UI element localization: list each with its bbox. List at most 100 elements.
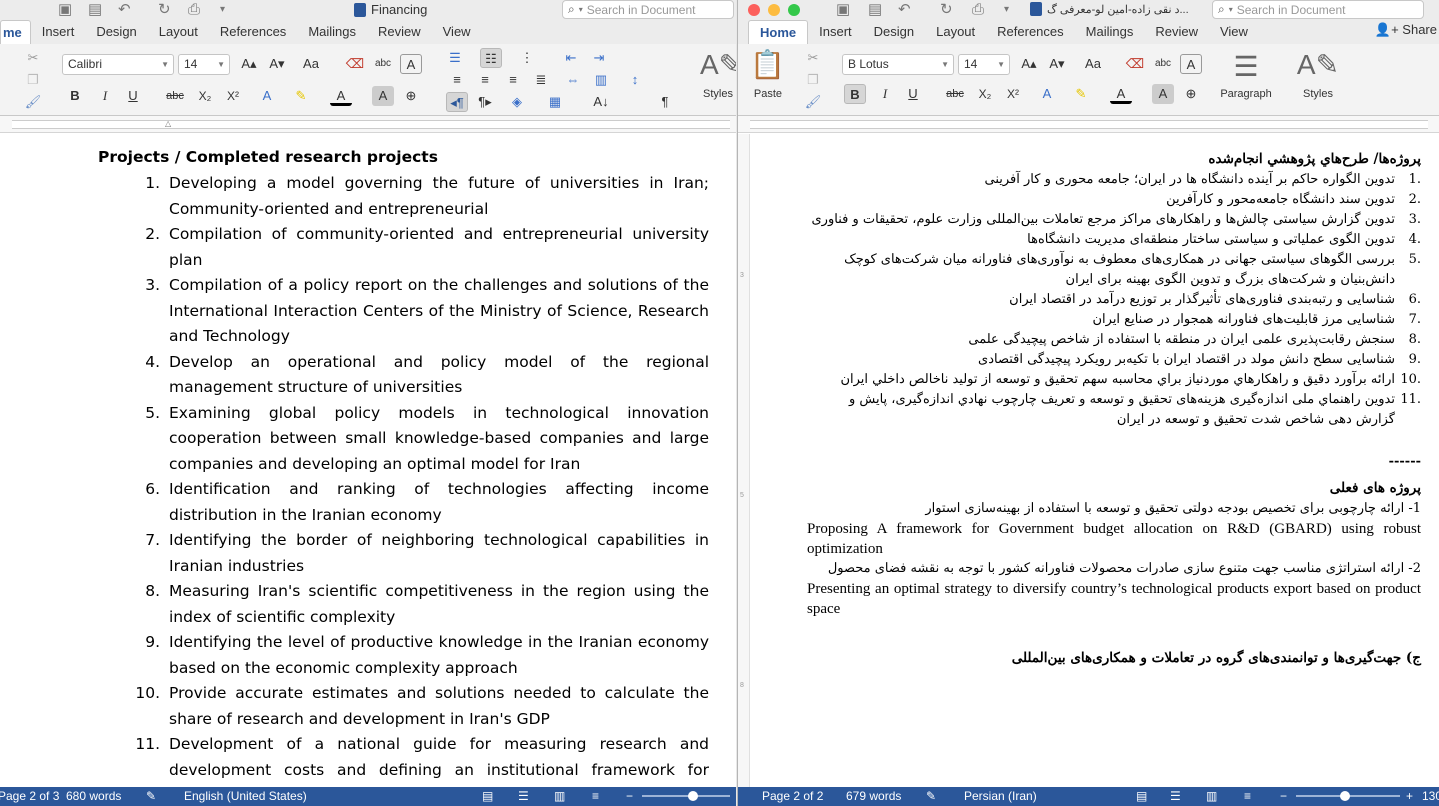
styles-icon[interactable]: A✎	[700, 48, 736, 81]
tab-home[interactable]: me	[0, 20, 31, 44]
close-icon[interactable]	[748, 4, 760, 16]
copy-icon[interactable]: ❐	[802, 70, 824, 90]
numbering-icon[interactable]: ☷	[480, 48, 502, 68]
sidebar-icon[interactable]: ▣	[58, 0, 72, 20]
word-count[interactable]: 680 words	[66, 789, 121, 803]
change-case-icon[interactable]: Aa	[300, 54, 322, 74]
redo-icon[interactable]: ↻	[158, 0, 171, 20]
font-name-select[interactable]: Calibri ▼	[62, 54, 174, 75]
zoom-icon[interactable]	[788, 4, 800, 16]
customize-toolbar-icon[interactable]: ▾	[1004, 0, 1009, 20]
tab-references[interactable]: References	[209, 20, 297, 44]
character-border-icon[interactable]: A	[1180, 54, 1202, 74]
tab-design[interactable]: Design	[85, 20, 147, 44]
zoom-slider-knob[interactable]	[1340, 791, 1350, 801]
grow-font-icon[interactable]: A▴	[238, 54, 260, 74]
redo-icon[interactable]: ↻	[940, 0, 953, 20]
align-right-icon[interactable]: ≡	[502, 70, 524, 90]
paragraph-icon[interactable]: ☰	[1224, 50, 1268, 83]
bold-icon[interactable]: B	[64, 86, 86, 106]
tab-insert[interactable]: Insert	[31, 20, 86, 44]
text-effects-icon[interactable]: A	[256, 86, 278, 106]
focus-icon[interactable]: ☰	[518, 789, 529, 803]
strikethrough-icon[interactable]: abc	[944, 84, 966, 104]
web-layout-icon[interactable]: ▥	[1206, 789, 1217, 803]
tab-mailings[interactable]: Mailings	[1075, 20, 1145, 44]
styles-icon[interactable]: A✎	[1296, 48, 1340, 81]
font-name-select[interactable]: B Lotus ▼	[842, 54, 954, 75]
subscript-icon[interactable]: X₂	[194, 86, 216, 106]
search-box[interactable]: ⌕ ▾ Search in Document	[562, 0, 734, 19]
clear-formatting-icon[interactable]: ⌫	[344, 54, 366, 74]
align-left-icon[interactable]: ≡	[446, 70, 468, 90]
sort-icon[interactable]: A↓	[590, 92, 612, 112]
align-center-icon[interactable]: ≡	[474, 70, 496, 90]
ruler-indent-marker[interactable]: △	[165, 119, 171, 128]
tab-view[interactable]: View	[1209, 20, 1259, 44]
superscript-icon[interactable]: X²	[1002, 84, 1024, 104]
ltr-direction-icon[interactable]: ¶▸	[474, 92, 496, 112]
language[interactable]: Persian (Iran)	[964, 789, 1037, 803]
superscript-icon[interactable]: X²	[222, 86, 244, 106]
tab-view[interactable]: View	[432, 20, 482, 44]
save-icon[interactable]: ▤	[868, 0, 882, 20]
character-shading-icon[interactable]: A	[372, 86, 394, 106]
undo-icon[interactable]: ↶	[118, 0, 131, 20]
zoom-out-icon[interactable]: −	[626, 789, 633, 803]
share-button[interactable]: 👤+ Share	[1375, 22, 1437, 38]
proofing-icon[interactable]: ✎	[926, 789, 936, 803]
print-layout-icon[interactable]: ▤	[482, 789, 493, 803]
grow-font-icon[interactable]: A▴	[1018, 54, 1040, 74]
justify-icon[interactable]: ≣	[530, 70, 552, 90]
zoom-in-icon[interactable]: +	[1406, 789, 1413, 803]
phonetic-guide-icon[interactable]: abc	[1152, 54, 1174, 74]
print-icon[interactable]: ⎙	[188, 0, 200, 20]
proofing-icon[interactable]: ✎	[146, 789, 156, 803]
clear-formatting-icon[interactable]: ⌫	[1124, 54, 1146, 74]
tab-home[interactable]: Home	[748, 20, 809, 44]
subscript-icon[interactable]: X₂	[974, 84, 996, 104]
minimize-icon[interactable]	[768, 4, 780, 16]
phonetic-guide-icon[interactable]: abc	[372, 54, 394, 74]
cut-icon[interactable]: ✂	[22, 48, 44, 68]
paste-icon[interactable]: 📋	[750, 48, 785, 81]
italic-icon[interactable]: I	[94, 86, 116, 106]
tab-layout[interactable]: Layout	[925, 20, 986, 44]
tab-mailings[interactable]: Mailings	[297, 20, 367, 44]
outline-view-icon[interactable]: ≡	[592, 789, 599, 803]
document-page[interactable]: Projects / Completed research projects 1…	[0, 134, 736, 787]
tab-review[interactable]: Review	[1144, 20, 1209, 44]
format-painter-icon[interactable]: 🖌	[22, 92, 44, 112]
strikethrough-icon[interactable]: abc	[164, 86, 186, 106]
enclose-characters-icon[interactable]: ⊕	[1180, 84, 1202, 104]
line-spacing-icon[interactable]: ↕	[624, 70, 646, 90]
horizontal-ruler[interactable]	[738, 116, 1439, 133]
format-painter-icon[interactable]: 🖌	[802, 92, 824, 112]
character-shading-icon[interactable]: A	[1152, 84, 1174, 104]
shading-icon[interactable]: ◈	[506, 92, 528, 112]
customize-toolbar-icon[interactable]: ▾	[220, 0, 225, 20]
show-formatting-icon[interactable]: ¶	[654, 92, 676, 112]
shrink-font-icon[interactable]: A▾	[1046, 54, 1068, 74]
font-size-select[interactable]: 14 ▼	[178, 54, 230, 75]
sidebar-icon[interactable]: ▣	[836, 0, 850, 20]
page-count[interactable]: Page 2 of 3	[0, 789, 59, 803]
web-layout-icon[interactable]: ▥	[554, 789, 565, 803]
underline-icon[interactable]: U	[122, 86, 144, 106]
columns-icon[interactable]: ▥	[590, 70, 612, 90]
zoom-level[interactable]: 130	[1422, 789, 1439, 803]
print-layout-icon[interactable]: ▤	[1136, 789, 1147, 803]
tab-review[interactable]: Review	[367, 20, 432, 44]
zoom-slider-knob[interactable]	[688, 791, 698, 801]
zoom-slider[interactable]	[642, 795, 730, 797]
horizontal-ruler[interactable]: △	[0, 116, 736, 133]
font-color-icon[interactable]: A	[330, 86, 352, 106]
bold-icon[interactable]: B	[844, 84, 866, 104]
font-color-icon[interactable]: A	[1110, 84, 1132, 104]
document-page[interactable]: پروژه‌ها/ طرح‌هاي پژوهشي انجام‌شده 1. تدو…	[751, 134, 1439, 787]
outline-view-icon[interactable]: ≡	[1244, 789, 1251, 803]
character-border-icon[interactable]: A	[400, 54, 422, 74]
shrink-font-icon[interactable]: A▾	[266, 54, 288, 74]
cut-icon[interactable]: ✂	[802, 48, 824, 68]
text-effects-icon[interactable]: A	[1036, 84, 1058, 104]
